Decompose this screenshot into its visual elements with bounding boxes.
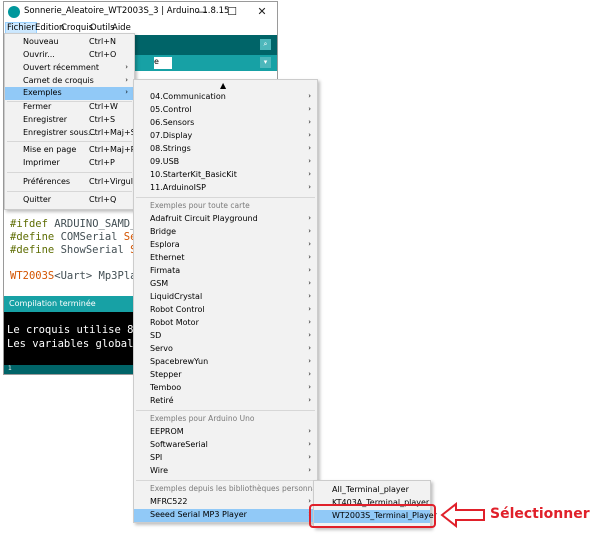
menu-edition[interactable]: Edition [35, 23, 64, 33]
menu-outils[interactable]: Outils [90, 23, 115, 33]
tab-menu-dropdown-icon[interactable]: ▾ [260, 57, 271, 68]
file-menu: Nouveau Ctrl+N Ouvrir... Ctrl+O Ouvert réc… [4, 33, 138, 210]
menu-separator [136, 410, 315, 411]
example-item[interactable]: Servo › [134, 343, 317, 356]
examples-section-header: Exemples pour toute carte [150, 201, 250, 210]
left-arrow-icon [440, 502, 485, 528]
example-item[interactable]: Ethernet › [134, 252, 317, 265]
menu-item-quitter[interactable]: Quitter Ctrl+Q [5, 194, 134, 207]
maximize-button[interactable]: ☐ [217, 2, 247, 22]
example-item[interactable]: 06.Sensors › [134, 117, 317, 130]
menu-item-enregistrer-sous[interactable]: Enregistrer sous... Ctrl+Maj+S [5, 127, 136, 140]
example-item[interactable]: Adafruit Circuit Playground › [134, 213, 317, 226]
annotation-text: Sélectionner [490, 506, 590, 522]
example-item[interactable]: Robot Motor › [134, 317, 317, 330]
menu-separator [7, 172, 132, 173]
menu-item-nouveau[interactable]: Nouveau Ctrl+N [5, 36, 134, 49]
sketch-item-all-terminal-player[interactable]: All_Terminal_player [314, 484, 430, 497]
close-button[interactable]: ✕ [247, 2, 277, 22]
menu-item-enregistrer[interactable]: Enregistrer Ctrl+S [5, 114, 134, 127]
example-item[interactable]: Stepper › [134, 369, 317, 382]
code-line-1: #ifdef ARDUINO_SAMD_V [10, 218, 143, 230]
highlight-circle [309, 504, 436, 528]
menu-item-mise-en-page[interactable]: Mise en page Ctrl+Maj+P [5, 144, 136, 157]
example-item[interactable]: SD › [134, 330, 317, 343]
example-item[interactable]: Retiré › [134, 395, 317, 408]
example-item[interactable]: Esplora › [134, 239, 317, 252]
example-item[interactable]: Robot Control › [134, 304, 317, 317]
example-item[interactable]: Bridge › [134, 226, 317, 239]
example-item[interactable]: SoftwareSerial › [134, 439, 317, 452]
menu-item-ouvrir[interactable]: Ouvrir... Ctrl+O [5, 49, 134, 62]
example-item[interactable]: 11.ArduinoISP › [134, 182, 317, 195]
example-item-seeed-serial-mp3-player[interactable]: Seeed Serial MP3 Player › [134, 509, 317, 522]
scroll-up-icon[interactable]: ▲ [220, 81, 226, 90]
menu-separator [136, 197, 315, 198]
examples-section-header: Exemples pour Arduino Uno [150, 414, 255, 423]
example-item[interactable]: 10.StarterKit_BasicKit › [134, 169, 317, 182]
menu-separator [136, 480, 315, 481]
chevron-right-icon: › [125, 76, 128, 84]
example-item[interactable]: Wire › [134, 465, 317, 478]
serial-monitor-search-icon[interactable]: ⌕ [260, 39, 271, 50]
example-item[interactable]: 04.Communication › [134, 91, 317, 104]
example-item[interactable]: MFRC522 › [134, 496, 317, 509]
code-line-2: #define COMSerial Ser [10, 231, 143, 243]
code-line-4: WT2003S<Uart> Mp3Play [10, 270, 143, 282]
tab-label[interactable]: e [154, 57, 172, 69]
example-item[interactable]: Firmata › [134, 265, 317, 278]
example-item[interactable]: LiquidCrystal › [134, 291, 317, 304]
example-item[interactable]: GSM › [134, 278, 317, 291]
line-number: 1 [8, 365, 12, 372]
example-item[interactable]: 07.Display › [134, 130, 317, 143]
menu-separator [7, 141, 132, 142]
menu-croquis[interactable]: Croquis [61, 23, 93, 33]
title-bar: Sonnerie_Aleatoire_WT2003S_3 | Arduino 1… [4, 2, 277, 22]
menu-aide[interactable]: Aide [112, 23, 131, 33]
menu-item-ouvert-recemment[interactable]: Ouvert récemment › [5, 62, 134, 75]
chevron-right-icon: › [125, 88, 128, 96]
menu-item-exemples[interactable]: Exemples › [5, 87, 134, 100]
status-text: Compilation terminée [9, 299, 96, 308]
example-item[interactable]: 05.Control › [134, 104, 317, 117]
arduino-logo-icon [8, 6, 20, 18]
examples-section-header: Exemples depuis les bibliothèques person… [150, 484, 339, 493]
code-line-3: #define ShowSerial Se [10, 244, 143, 256]
example-item[interactable]: 09.USB › [134, 156, 317, 169]
minimize-button[interactable]: — [187, 2, 217, 22]
example-item[interactable]: EEPROM › [134, 426, 317, 439]
menu-item-fermer[interactable]: Fermer Ctrl+W [5, 101, 134, 114]
console-line-1: Le croquis utilise 886 [7, 324, 147, 336]
example-item[interactable]: 08.Strings › [134, 143, 317, 156]
menu-item-imprimer[interactable]: Imprimer Ctrl+P [5, 157, 134, 170]
console-line-2: Les variables globales [7, 338, 147, 350]
examples-submenu: ▲ 04.Communication › 05.Control › 06.Senso… [133, 79, 338, 523]
example-item[interactable]: SPI › [134, 452, 317, 465]
menu-item-preferences[interactable]: Préférences Ctrl+Virgule [5, 176, 138, 189]
chevron-right-icon: › [125, 63, 128, 71]
example-item[interactable]: Temboo › [134, 382, 317, 395]
menu-separator [7, 191, 132, 192]
example-item[interactable]: SpacebrewYun › [134, 356, 317, 369]
